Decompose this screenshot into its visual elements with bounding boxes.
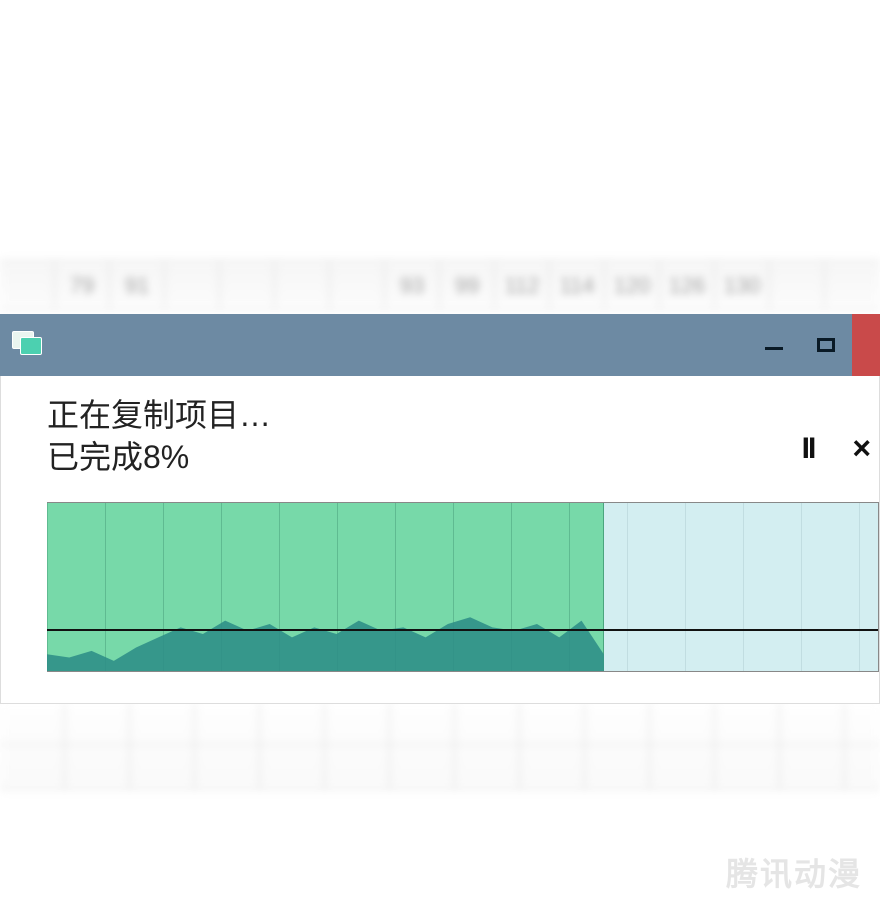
background-ruler-bottom xyxy=(0,700,880,790)
titlebar[interactable] xyxy=(0,314,880,376)
pause-button[interactable]: II xyxy=(802,432,815,466)
copy-icon xyxy=(12,331,48,359)
background-ruler-top: 79 91 93 99 112 114 120 126 130 xyxy=(0,260,880,310)
minimize-button[interactable] xyxy=(748,314,800,376)
watermark: 腾讯动漫 xyxy=(726,849,862,895)
transfer-speed-chart xyxy=(47,502,879,672)
cancel-button[interactable]: × xyxy=(852,430,871,467)
status-progress: 已完成8% xyxy=(47,436,879,478)
dialog-body: 正在复制项目… 已完成8% II × xyxy=(0,376,880,704)
copy-dialog: 正在复制项目… 已完成8% II × xyxy=(0,314,880,704)
chart-speed-trace xyxy=(47,503,604,671)
maximize-button[interactable] xyxy=(800,314,852,376)
chart-baseline xyxy=(47,629,878,631)
close-button[interactable] xyxy=(852,314,880,376)
window-controls xyxy=(748,314,880,376)
status-title: 正在复制项目… xyxy=(47,394,879,436)
